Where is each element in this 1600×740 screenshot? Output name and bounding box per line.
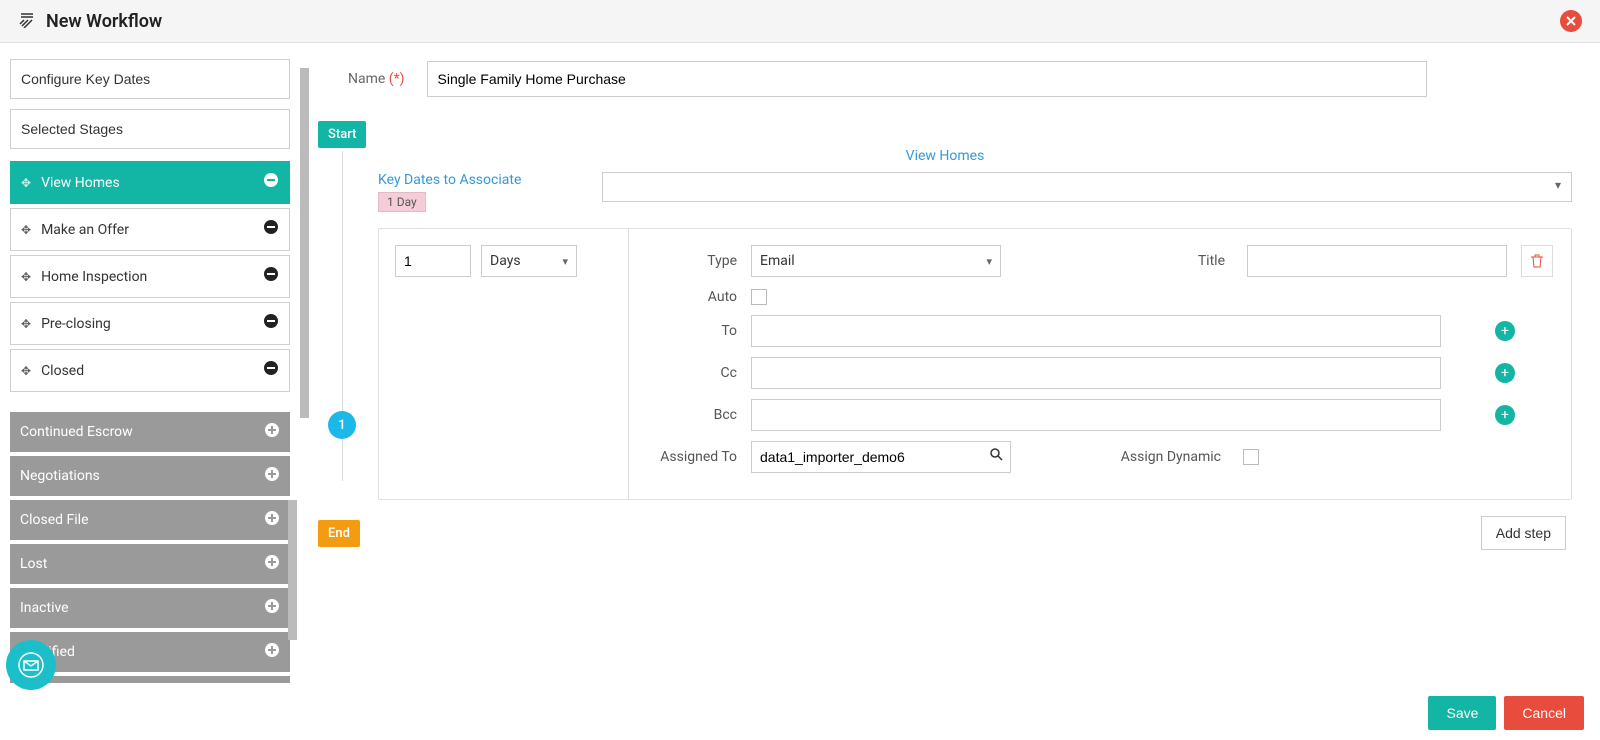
available-stage-negotiations[interactable]: Negotiations [10, 456, 290, 496]
assign-dynamic-checkbox[interactable] [1243, 449, 1259, 465]
end-badge: End [318, 520, 360, 547]
add-stage-icon[interactable] [264, 554, 280, 574]
drag-icon[interactable]: ✥ [21, 317, 31, 331]
add-cc-button[interactable]: + [1495, 363, 1515, 383]
stage-label: Make an Offer [41, 222, 129, 238]
available-stage-continued-escrow[interactable]: Continued Escrow [10, 412, 290, 452]
add-stage-icon[interactable] [264, 598, 280, 618]
stage-label: Lost [20, 556, 47, 572]
sidebar: Configure Key Dates Selected Stages ✥ Vie… [0, 43, 300, 683]
stage-label: Home Inspection [41, 269, 147, 285]
drag-icon[interactable]: ✥ [21, 223, 31, 237]
title-label: Title [1198, 253, 1225, 269]
stage-label: View Homes [41, 175, 120, 191]
cancel-button[interactable]: Cancel [1504, 696, 1584, 730]
title-input[interactable] [1247, 245, 1507, 277]
type-select[interactable]: Email ▾ [751, 245, 1001, 277]
stage-label: Negotiations [20, 468, 100, 484]
add-step-button[interactable]: Add step [1481, 516, 1566, 550]
day-badge: 1 Day [378, 192, 426, 212]
stage-label: Continued Escrow [20, 424, 133, 440]
stage-item-home-inspection[interactable]: ✥ Home Inspection [10, 255, 290, 298]
main-panel: Name (*) Start View Homes Key Dates to A… [300, 43, 1600, 683]
bcc-input[interactable] [751, 399, 1441, 431]
drag-icon[interactable]: ✥ [21, 176, 31, 190]
stage-item-closed[interactable]: ✥ Closed [10, 349, 290, 392]
stage-label: Closed File [20, 512, 89, 528]
configure-key-dates-button[interactable]: Configure Key Dates [10, 59, 290, 99]
modal-header: New Workflow [0, 0, 1600, 43]
scrollbar[interactable] [288, 500, 297, 640]
remove-stage-icon[interactable] [263, 219, 279, 240]
chevron-down-icon: ▾ [986, 255, 992, 268]
auto-label: Auto [647, 289, 737, 305]
drag-icon[interactable]: ✥ [21, 364, 31, 378]
add-stage-icon[interactable] [264, 510, 280, 530]
remove-stage-icon[interactable] [263, 172, 279, 193]
workflow-name-input[interactable] [427, 61, 1427, 97]
stage-title-link[interactable]: View Homes [318, 148, 1572, 164]
stage-item-view-homes[interactable]: ✥ View Homes [10, 161, 290, 204]
cc-input[interactable] [751, 357, 1441, 389]
timeline: Start View Homes Key Dates to Associate … [318, 121, 1572, 550]
step-number-badge: 1 [328, 411, 356, 439]
available-stage-closed-file[interactable]: Closed File [10, 500, 290, 540]
save-button[interactable]: Save [1428, 696, 1496, 730]
remove-stage-icon[interactable] [263, 266, 279, 287]
stage-label: Pre-closing [41, 316, 111, 332]
delete-step-button[interactable] [1521, 245, 1553, 277]
add-stage-icon[interactable] [264, 422, 280, 442]
chevron-down-icon: ▾ [562, 255, 568, 268]
workflow-icon [18, 10, 36, 32]
close-button[interactable] [1560, 10, 1582, 32]
drag-icon[interactable]: ✥ [21, 270, 31, 284]
assigned-to-input[interactable] [751, 441, 1011, 473]
remove-stage-icon[interactable] [263, 360, 279, 381]
search-icon[interactable] [990, 448, 1003, 465]
key-dates-select[interactable] [602, 172, 1572, 202]
key-dates-label[interactable]: Key Dates to Associate [378, 172, 588, 188]
add-stage-icon[interactable] [264, 466, 280, 486]
assigned-to-label: Assigned To [647, 449, 737, 465]
bcc-label: Bcc [647, 407, 737, 423]
cc-label: Cc [647, 365, 737, 381]
scrollbar[interactable] [300, 68, 309, 418]
to-input[interactable] [751, 315, 1441, 347]
duration-unit-select[interactable]: Days ▾ [481, 245, 577, 277]
mail-fab-button[interactable] [6, 640, 56, 690]
start-badge: Start [318, 121, 366, 148]
modal-footer: Save Cancel [1428, 696, 1584, 730]
add-to-button[interactable]: + [1495, 321, 1515, 341]
assign-dynamic-label: Assign Dynamic [1121, 449, 1221, 465]
required-marker: (*) [389, 71, 405, 87]
selected-stages-button[interactable]: Selected Stages [10, 109, 290, 149]
modal-title: New Workflow [46, 11, 162, 32]
duration-value-input[interactable] [395, 245, 471, 277]
stage-item-pre-closing[interactable]: ✥ Pre-closing [10, 302, 290, 345]
available-stage-lost[interactable]: Lost [10, 544, 290, 584]
remove-stage-icon[interactable] [263, 313, 279, 334]
stage-item-make-an-offer[interactable]: ✥ Make an Offer [10, 208, 290, 251]
to-label: To [647, 323, 737, 339]
available-stage-inactive[interactable]: Inactive [10, 588, 290, 628]
auto-checkbox[interactable] [751, 289, 767, 305]
stage-label: Inactive [20, 600, 69, 616]
duration-unit-value: Days [490, 253, 521, 269]
name-label: Name (*) [348, 71, 405, 87]
stage-label: Closed [41, 363, 84, 379]
add-bcc-button[interactable]: + [1495, 405, 1515, 425]
step-card: Days ▾ Type Email ▾ Title [378, 228, 1572, 500]
type-label: Type [647, 253, 737, 269]
type-value: Email [760, 253, 795, 269]
add-stage-icon[interactable] [264, 642, 280, 662]
